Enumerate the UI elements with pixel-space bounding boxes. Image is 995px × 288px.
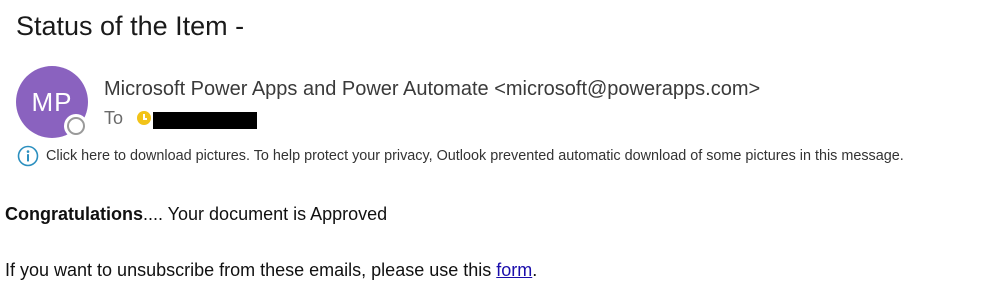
congratulations-text: Congratulations (5, 204, 143, 224)
infobar-message: Click here to download pictures. To help… (46, 148, 904, 164)
to-label: To (104, 107, 124, 128)
recipients-row: To (104, 107, 258, 129)
recipient-name-redacted[interactable] (153, 111, 258, 129)
unsubscribe-form-link[interactable]: form (496, 260, 532, 280)
download-pictures-infobar[interactable]: Click here to download pictures. To help… (17, 145, 904, 167)
unsubscribe-period: . (532, 260, 538, 280)
approval-message: Congratulations.... Your document is App… (5, 202, 387, 226)
sender-initials: MP (31, 86, 73, 117)
presence-status-icon (67, 117, 85, 135)
sender-name[interactable]: Microsoft Power Apps and Power Automate … (104, 76, 760, 102)
unsubscribe-message: If you want to unsubscribe from these em… (5, 258, 537, 282)
approval-status-text: .... Your document is Approved (143, 204, 388, 224)
info-icon (17, 145, 39, 167)
unsubscribe-text: If you want to unsubscribe from these em… (5, 260, 497, 280)
email-subject: Status of the Item - (16, 11, 245, 41)
recipient-away-status-icon (137, 111, 152, 125)
